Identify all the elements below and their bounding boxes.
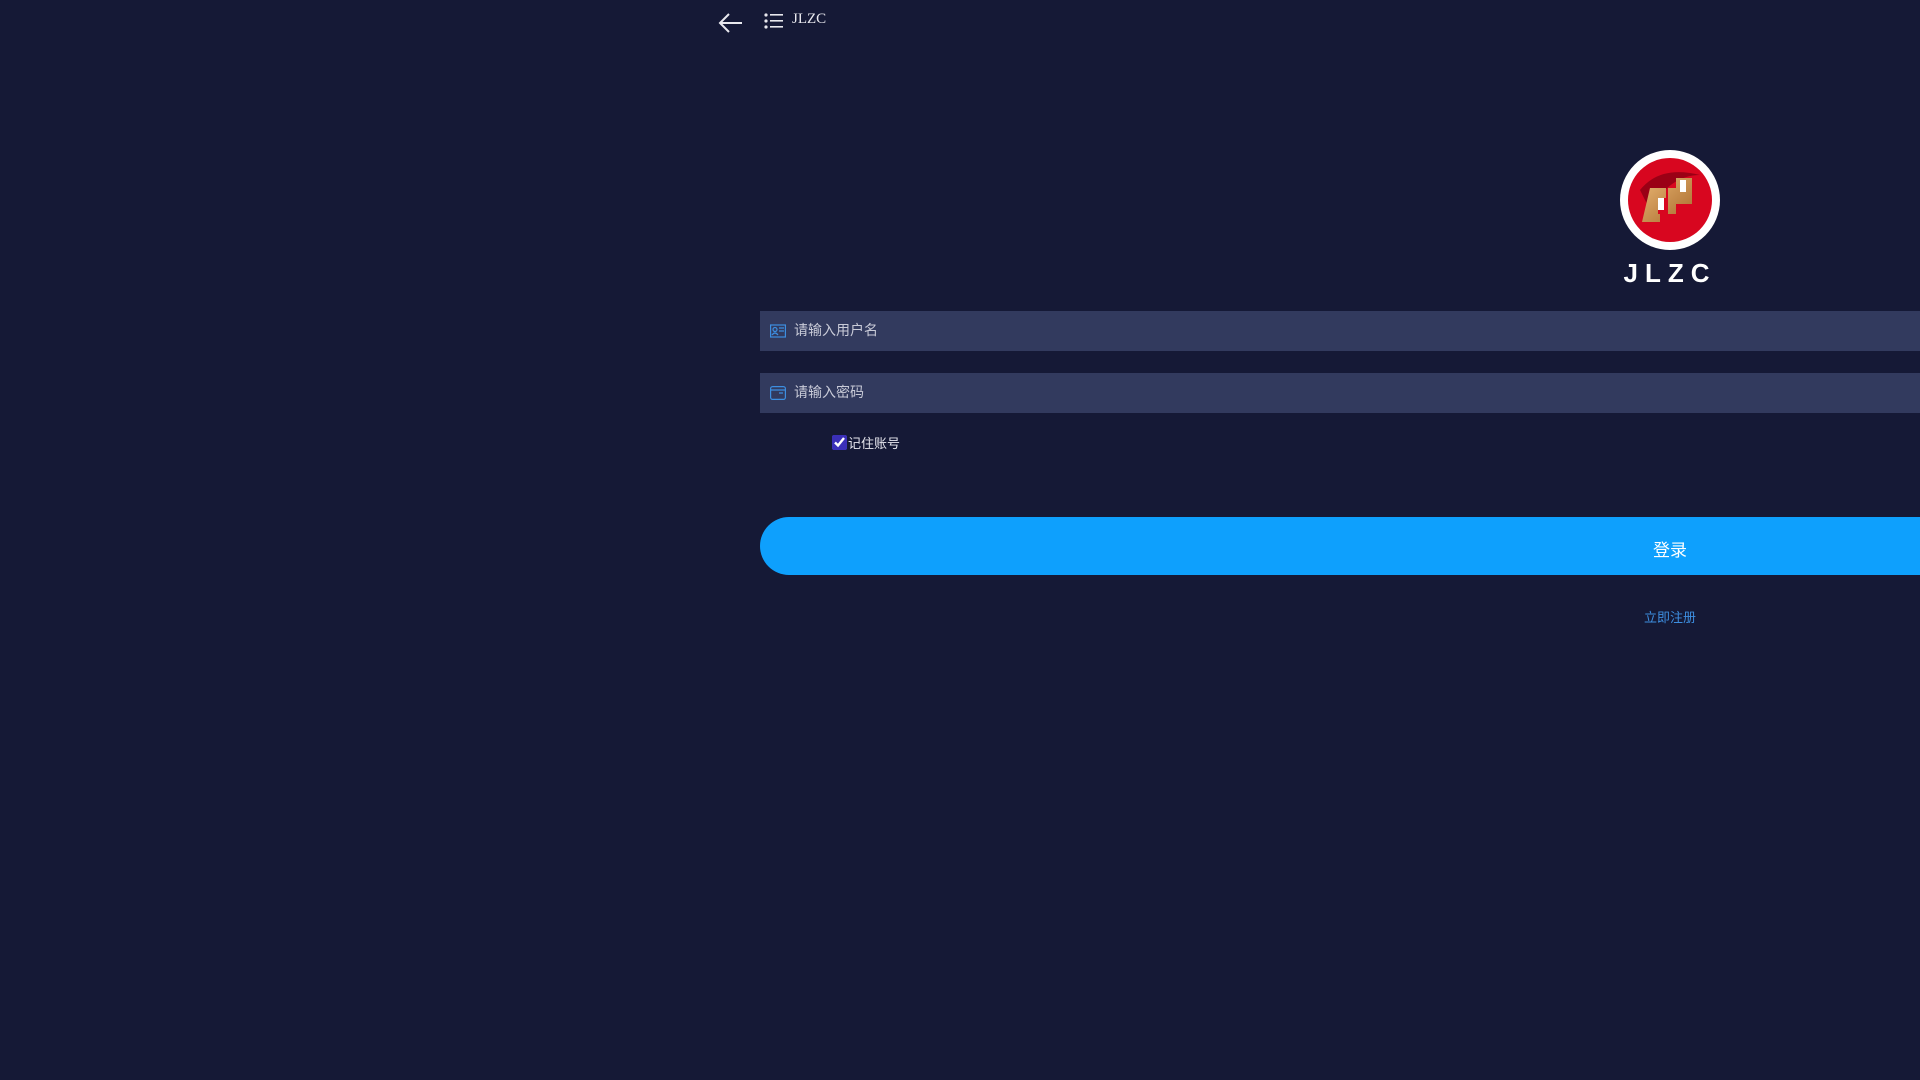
- user-card-icon: [770, 324, 786, 338]
- list-icon: [764, 13, 783, 29]
- login-button[interactable]: 登录: [760, 517, 1920, 575]
- brand-logo: [1620, 150, 1720, 250]
- arrow-left-icon: [718, 13, 742, 33]
- menu-button[interactable]: [764, 12, 784, 30]
- brand-name: JLZC: [1623, 258, 1717, 288]
- remember-label: 记住账号: [848, 437, 901, 452]
- remember-checkbox[interactable]: [832, 435, 847, 450]
- app-title: JLZC: [792, 11, 827, 27]
- password-field[interactable]: [760, 373, 1920, 413]
- register-link[interactable]: 立即注册: [1570, 607, 1770, 626]
- username-field[interactable]: [760, 311, 1920, 351]
- login-label: 登录: [1653, 541, 1687, 560]
- password-input[interactable]: [792, 384, 1920, 402]
- remember-account[interactable]: 记住账号: [832, 433, 900, 452]
- back-button[interactable]: [716, 10, 746, 36]
- username-input[interactable]: [792, 322, 1920, 340]
- lock-card-icon: [770, 386, 786, 400]
